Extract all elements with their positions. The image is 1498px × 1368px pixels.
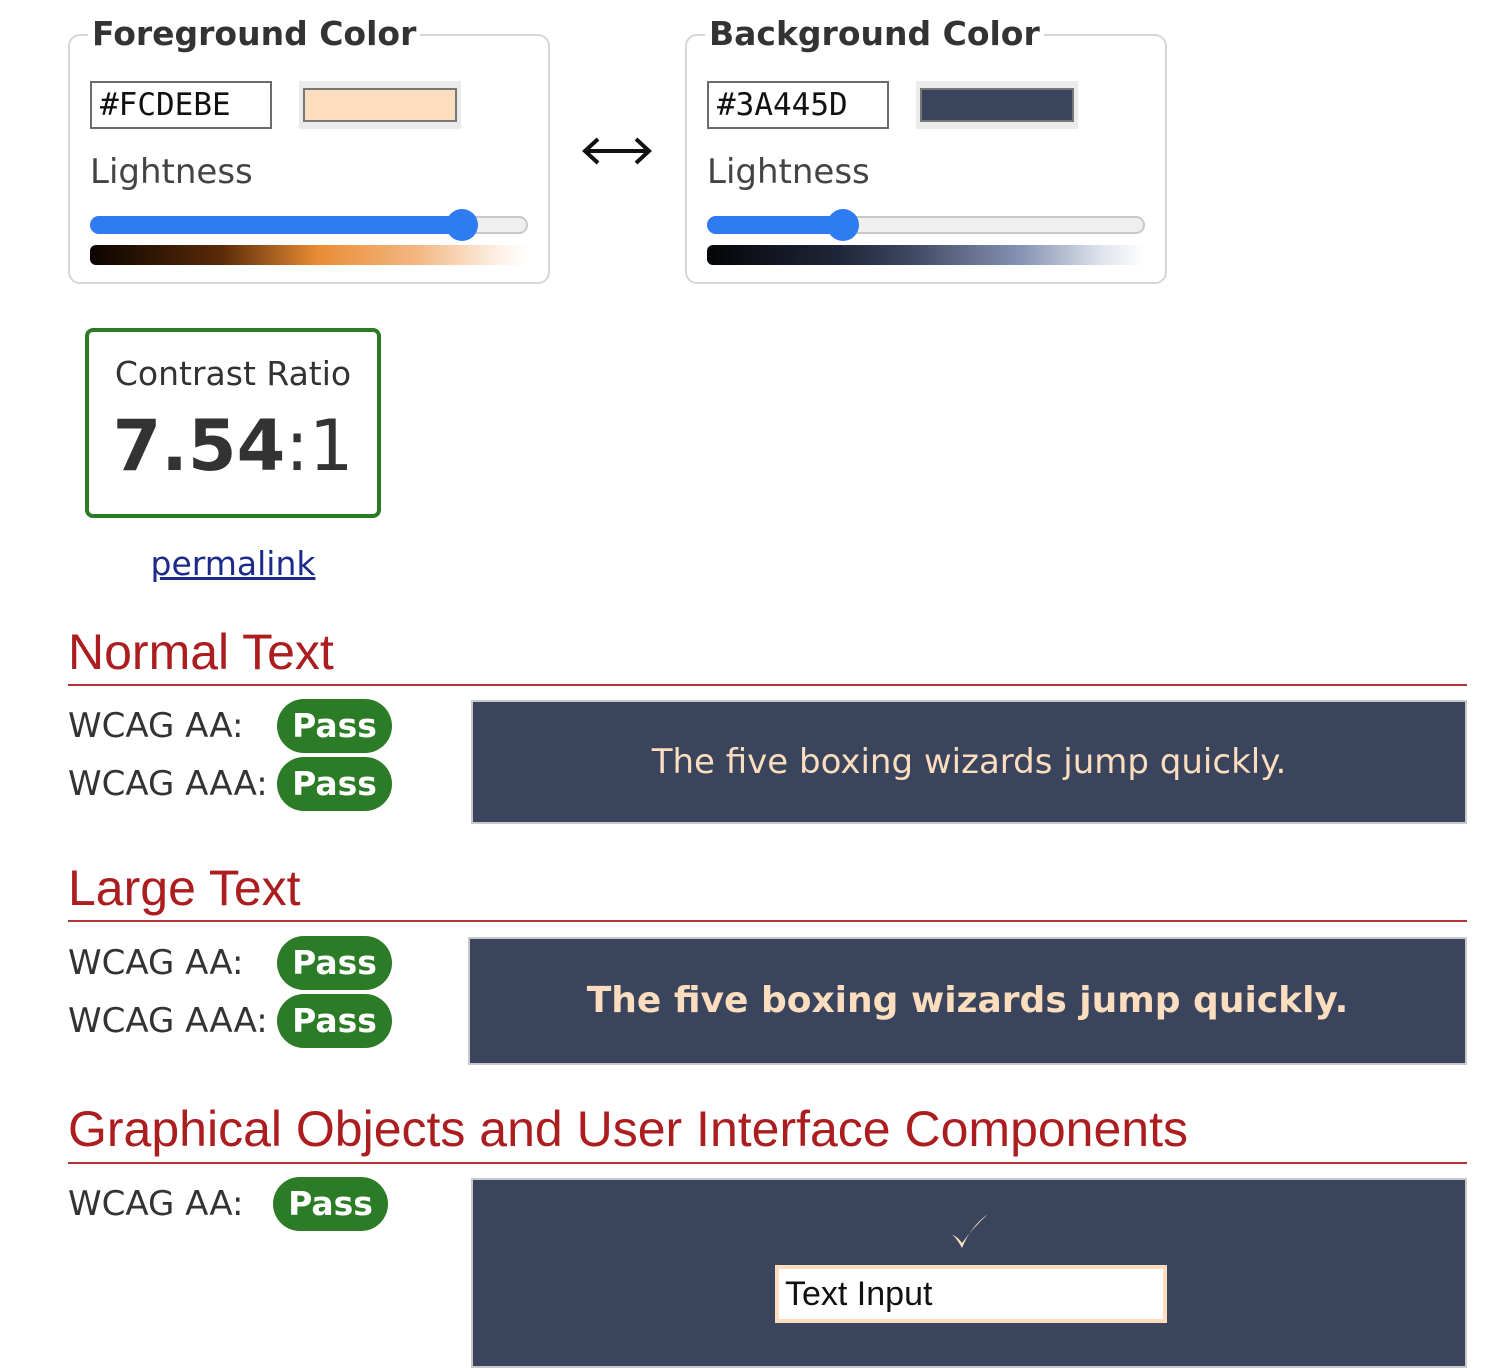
contrast-ratio-suffix: :1 xyxy=(285,405,354,487)
foreground-lightness-label: Lightness xyxy=(90,152,253,192)
permalink-link[interactable]: permalink xyxy=(85,540,381,588)
contrast-ratio-number: 7.54 xyxy=(112,405,286,487)
background-color-legend: Background Color xyxy=(705,14,1044,54)
checkmark-icon xyxy=(951,1214,988,1248)
graphical-objects-divider xyxy=(68,1162,1467,1164)
contrast-ratio-value: 7.54:1 xyxy=(89,406,377,486)
large-aaa-label: WCAG AAA: xyxy=(68,1001,268,1041)
graphical-objects-heading: Graphical Objects and User Interface Com… xyxy=(68,1101,1188,1157)
background-hex-input[interactable] xyxy=(707,81,889,129)
normal-text-heading: Normal Text xyxy=(68,624,334,680)
background-lightness-slider[interactable] xyxy=(707,209,1145,241)
foreground-color-legend: Foreground Color xyxy=(88,14,421,54)
normal-aaa-badge: Pass xyxy=(277,757,392,811)
left-right-arrow-icon xyxy=(582,137,652,165)
contrast-ratio-panel: Contrast Ratio 7.54:1 xyxy=(85,328,381,518)
foreground-hex-input[interactable] xyxy=(90,81,272,129)
normal-text-divider xyxy=(68,684,1467,686)
sample-text-input[interactable] xyxy=(775,1265,1167,1323)
foreground-color-panel: Foreground Color Lightness xyxy=(68,14,550,284)
foreground-color-picker[interactable] xyxy=(299,81,461,129)
large-text-sample: The five boxing wizards jump quickly. xyxy=(468,937,1467,1065)
large-text-heading: Large Text xyxy=(68,860,301,916)
graphical-aa-badge: Pass xyxy=(273,1177,388,1231)
background-color-panel: Background Color Lightness xyxy=(685,14,1167,284)
background-color-swatch[interactable] xyxy=(920,88,1074,122)
normal-aa-badge: Pass xyxy=(277,699,392,753)
background-lightness-label: Lightness xyxy=(707,152,870,192)
normal-text-sample: The five boxing wizards jump quickly. xyxy=(471,700,1467,824)
contrast-ratio-label: Contrast Ratio xyxy=(114,354,352,393)
swap-colors-button[interactable] xyxy=(578,122,656,180)
large-aa-badge: Pass xyxy=(277,936,392,990)
background-slider-fill xyxy=(707,216,843,234)
background-lightness-gradient xyxy=(707,245,1145,265)
normal-aa-label: WCAG AA: xyxy=(68,706,244,746)
foreground-lightness-slider[interactable] xyxy=(90,209,528,241)
foreground-lightness-gradient xyxy=(90,245,528,265)
large-aa-label: WCAG AA: xyxy=(68,943,244,983)
foreground-slider-thumb[interactable] xyxy=(446,209,478,241)
graphical-objects-sample xyxy=(471,1178,1467,1368)
background-slider-thumb[interactable] xyxy=(827,209,859,241)
foreground-color-swatch[interactable] xyxy=(303,88,457,122)
foreground-slider-fill xyxy=(90,216,462,234)
graphical-aa-label: WCAG AA: xyxy=(68,1184,244,1224)
large-text-divider xyxy=(68,920,1467,922)
large-aaa-badge: Pass xyxy=(277,994,392,1048)
background-color-picker[interactable] xyxy=(916,81,1078,129)
normal-aaa-label: WCAG AAA: xyxy=(68,764,268,804)
